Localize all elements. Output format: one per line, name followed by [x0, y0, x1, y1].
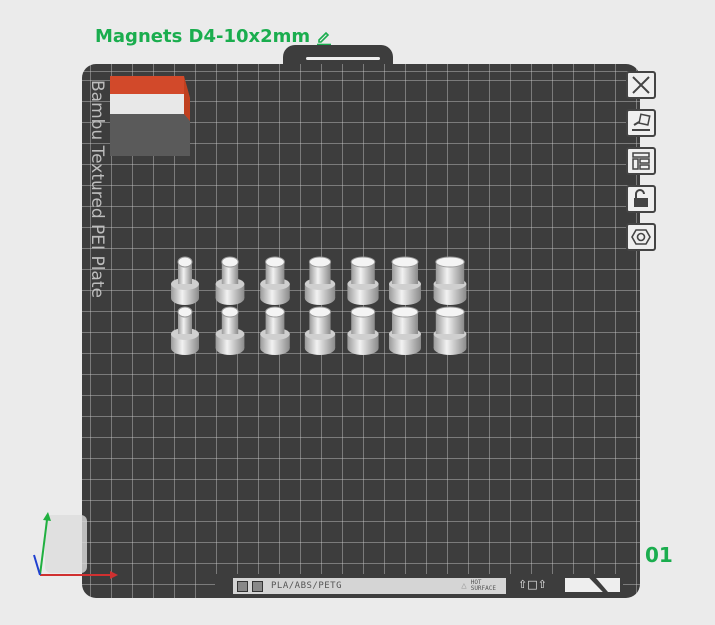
arrange-button[interactable] [626, 147, 656, 175]
magnet-peg[interactable] [433, 256, 467, 305]
magnet-peg[interactable] [347, 256, 379, 305]
pencil-icon[interactable] [316, 29, 332, 45]
magnet-peg[interactable] [347, 306, 379, 355]
unlock-icon [634, 189, 648, 207]
magnet-peg[interactable] [171, 306, 199, 355]
close-icon [632, 76, 650, 94]
magnet-peg[interactable] [304, 306, 336, 355]
magnet-peg[interactable] [215, 256, 245, 305]
arrange-icon [632, 152, 650, 170]
project-title-text: Magnets D4-10x2mm [95, 26, 311, 47]
plate-materials: PLA/ABS/PETG [271, 581, 343, 591]
plate-logo-icon [252, 580, 263, 592]
auto-orient-icon [632, 113, 651, 131]
magnet-peg[interactable] [260, 306, 290, 355]
plate-label: PLA/ABS/PETG △ HOT SURFACE [233, 578, 506, 594]
plate-settings-button[interactable] [626, 223, 656, 251]
magnet-peg[interactable] [171, 256, 199, 305]
lock-plate-button[interactable] [626, 185, 656, 213]
qr-icon [237, 580, 248, 592]
hex-nut-icon [631, 229, 651, 245]
warning-triangle-icon: △ [461, 581, 467, 591]
plate-orientation-arrows: ⇧□⇧ [518, 578, 547, 591]
wipe-tower[interactable] [110, 76, 190, 156]
plate-tab-handle [306, 57, 380, 60]
magnet-peg[interactable] [304, 256, 336, 305]
magnet-peg[interactable] [215, 306, 245, 355]
axis-indicator [33, 512, 118, 579]
hot-surface-warning: HOT SURFACE [470, 579, 496, 592]
plate-type-label: Bambu Textured PEI Plate [87, 80, 107, 298]
project-title[interactable]: Magnets D4-10x2mm [95, 26, 332, 47]
close-plate-button[interactable] [626, 71, 656, 99]
magnet-peg[interactable] [389, 256, 421, 305]
auto-orient-button[interactable] [626, 109, 656, 137]
plate-toolbar [626, 71, 656, 251]
magnet-peg[interactable] [260, 256, 290, 305]
magnet-peg[interactable] [433, 306, 467, 355]
plate-number: 01 [645, 543, 673, 567]
magnet-test-parts[interactable] [160, 250, 480, 370]
magnet-peg[interactable] [389, 306, 421, 355]
